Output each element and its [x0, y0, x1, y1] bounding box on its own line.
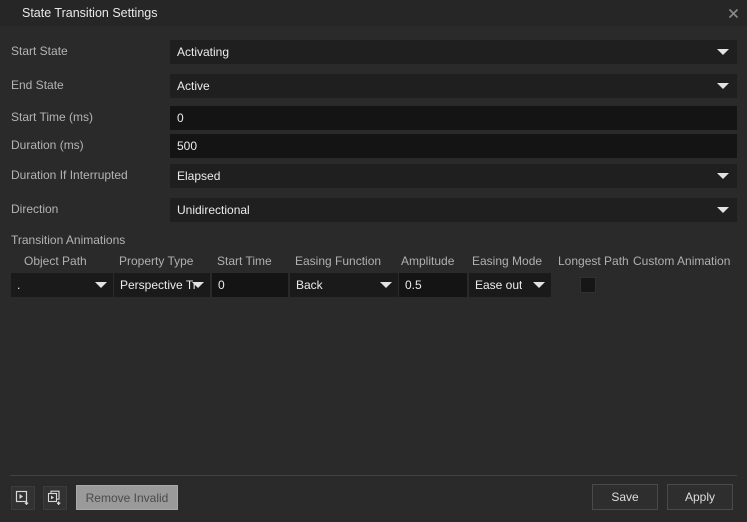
input-animation-start-time[interactable]: 0: [212, 273, 288, 297]
dropdown-easing-function[interactable]: Back: [290, 273, 398, 297]
chevron-down-icon[interactable]: [717, 49, 729, 55]
footer-divider: [10, 475, 737, 476]
dropdown-direction[interactable]: Unidirectional: [170, 198, 737, 222]
dropdown-start-state[interactable]: Activating: [170, 40, 737, 64]
column-header-easing-mode: Easing Mode: [472, 254, 543, 268]
label-start-state: Start State: [11, 44, 68, 58]
input-start-time[interactable]: 0: [170, 106, 737, 130]
close-icon[interactable]: [723, 3, 743, 23]
form-row-end-state: End State Active: [0, 74, 747, 98]
window-titlebar: State Transition Settings: [0, 0, 747, 26]
transition-animations-heading: Transition Animations: [11, 233, 126, 247]
dropdown-property-type-value: Perspective Tr: [120, 278, 197, 292]
form-row-direction: Direction Unidirectional: [0, 198, 747, 222]
column-header-amplitude: Amplitude: [401, 254, 455, 268]
chevron-down-icon[interactable]: [533, 282, 545, 288]
form-row-start-state: Start State Activating: [0, 40, 747, 64]
apply-button[interactable]: Apply: [667, 484, 733, 510]
column-header-easing-function: Easing Function: [295, 254, 382, 268]
label-start-time: Start Time (ms): [11, 110, 94, 124]
chevron-down-icon[interactable]: [717, 207, 729, 213]
save-button[interactable]: Save: [592, 484, 658, 510]
dropdown-easing-function-value: Back: [296, 278, 323, 292]
form-row-duration-if-interrupted: Duration If Interrupted Elapsed: [0, 164, 747, 188]
chevron-down-icon[interactable]: [192, 282, 204, 288]
dropdown-duration-if-interrupted[interactable]: Elapsed: [170, 164, 737, 188]
input-duration[interactable]: 500: [170, 134, 737, 158]
chevron-down-icon[interactable]: [717, 173, 729, 179]
input-amplitude-value: 0.5: [405, 278, 422, 292]
add-animation-icon[interactable]: [11, 486, 35, 510]
form-row-duration: Duration (ms) 500: [0, 134, 747, 158]
dropdown-direction-value: Unidirectional: [177, 203, 250, 217]
input-amplitude[interactable]: 0.5: [399, 273, 467, 297]
label-duration: Duration (ms): [11, 138, 84, 152]
label-direction: Direction: [11, 202, 59, 216]
dropdown-object-path-value: .: [17, 278, 21, 292]
column-header-property-type: Property Type: [119, 254, 194, 268]
dropdown-start-state-value: Activating: [177, 45, 230, 59]
dropdown-easing-mode-value: Ease out: [475, 278, 523, 292]
input-duration-value: 500: [177, 139, 198, 153]
chevron-down-icon[interactable]: [717, 83, 729, 89]
chevron-down-icon[interactable]: [95, 282, 107, 288]
input-animation-start-time-value: 0: [218, 278, 225, 292]
dropdown-end-state[interactable]: Active: [170, 74, 737, 98]
dropdown-property-type[interactable]: Perspective Tr: [114, 273, 210, 297]
window-title: State Transition Settings: [22, 6, 158, 20]
remove-invalid-button[interactable]: Remove Invalid: [76, 485, 178, 510]
input-start-time-value: 0: [177, 111, 184, 125]
column-header-start-time: Start Time: [217, 254, 272, 268]
chevron-down-icon[interactable]: [380, 282, 392, 288]
duplicate-animation-icon[interactable]: [43, 486, 67, 510]
column-header-object-path: Object Path: [24, 254, 87, 268]
column-header-custom-animation: Custom Animation: [633, 254, 731, 268]
checkbox-longest-path[interactable]: [580, 277, 596, 293]
label-end-state: End State: [11, 78, 64, 92]
form-row-start-time: Start Time (ms) 0: [0, 106, 747, 130]
dropdown-duration-if-interrupted-value: Elapsed: [177, 169, 221, 183]
dropdown-object-path[interactable]: .: [11, 273, 113, 297]
column-header-longest-path: Longest Path: [558, 254, 629, 268]
label-duration-if-interrupted: Duration If Interrupted: [11, 168, 128, 182]
dropdown-end-state-value: Active: [177, 79, 210, 93]
dropdown-easing-mode[interactable]: Ease out: [469, 273, 551, 297]
